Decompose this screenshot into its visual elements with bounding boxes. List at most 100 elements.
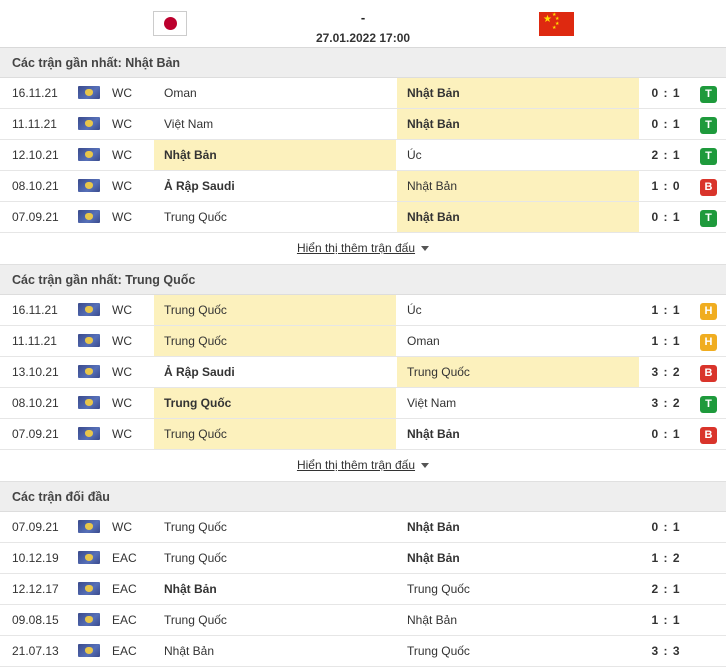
match-row[interactable]: 10.12.19 EAC Trung Quốc Nhật Bản 1 : 2 [0,543,726,574]
match-row[interactable]: 11.11.21 WC Trung Quốc Oman 1 : 1 H [0,326,726,357]
match-date: 16.11.21 [12,303,58,317]
away-team[interactable]: Úc [397,140,639,170]
competition-code: EAC [112,582,137,596]
away-team[interactable]: Nhật Bản [397,543,639,573]
match-date: 12.12.17 [12,582,59,596]
world-cup-icon [78,148,100,161]
away-team[interactable]: Úc [397,295,639,325]
away-team[interactable]: Nhật Bản [397,202,639,232]
home-team[interactable]: Trung Quốc [154,388,396,418]
home-team[interactable]: Ả Rập Saudi [154,171,396,201]
home-team[interactable]: Nhật Bản [154,636,396,666]
match-row[interactable]: 11.11.21 WC Việt Nam Nhật Bản 0 : 1 T [0,109,726,140]
away-team[interactable]: Trung Quốc [397,357,639,387]
match-row[interactable]: 08.10.21 WC Trung Quốc Việt Nam 3 : 2 T [0,388,726,419]
away-team[interactable]: Nhật Bản [397,512,639,542]
competition-icon-cell [78,574,102,604]
competition-code: WC [112,117,132,131]
caret-down-icon[interactable] [421,463,430,469]
match-score[interactable]: 0 : 1 [640,202,692,232]
home-team[interactable]: Trung Quốc [154,605,396,635]
result-badge: B [700,365,717,382]
show-more-link[interactable]: Hiển thị thêm trận đấu [297,241,415,255]
match-date: 11.11.21 [12,334,57,348]
away-team[interactable]: Việt Nam [397,388,639,418]
result-cell [700,605,718,635]
match-score[interactable]: 0 : 1 [640,512,692,542]
away-team[interactable]: Nhật Bản [397,78,639,108]
home-team[interactable]: Trung Quốc [154,295,396,325]
competition-code: WC [112,334,132,348]
competition-icon-cell [78,512,102,542]
away-team[interactable]: Nhật Bản [397,605,639,635]
result-badge: H [700,303,717,320]
home-team[interactable]: Trung Quốc [154,419,396,449]
world-cup-icon [78,427,100,440]
match-row[interactable]: 07.09.21 WC Trung Quốc Nhật Bản 0 : 1 T [0,202,726,233]
match-score[interactable]: 2 : 1 [640,574,692,604]
result-cell [700,543,718,573]
world-cup-icon [78,303,100,316]
away-team[interactable]: Oman [397,326,639,356]
world-cup-icon [78,582,100,595]
match-score[interactable]: 1 : 0 [640,171,692,201]
competition-icon-cell [78,636,102,666]
result-cell: H [700,326,718,356]
home-team[interactable]: Nhật Bản [154,140,396,170]
home-team[interactable]: Ả Rập Saudi [154,357,396,387]
match-row[interactable]: 08.10.21 WC Ả Rập Saudi Nhật Bản 1 : 0 B [0,171,726,202]
home-team[interactable]: Trung Quốc [154,202,396,232]
match-row[interactable]: 12.10.21 WC Nhật Bản Úc 2 : 1 T [0,140,726,171]
home-team[interactable]: Trung Quốc [154,512,396,542]
match-row[interactable]: 21.07.13 EAC Nhật Bản Trung Quốc 3 : 3 [0,636,726,667]
away-team[interactable]: Nhật Bản [397,419,639,449]
world-cup-icon [78,334,100,347]
show-more-row: Hiển thị thêm trận đấu [0,233,726,265]
match-row[interactable]: 16.11.21 WC Oman Nhật Bản 0 : 1 T [0,78,726,109]
world-cup-icon [78,520,100,533]
result-badge: H [700,334,717,351]
home-team[interactable]: Nhật Bản [154,574,396,604]
competition-code: EAC [112,613,137,627]
home-team[interactable]: Oman [154,78,396,108]
caret-down-icon[interactable] [421,246,430,252]
home-team[interactable]: Trung Quốc [154,543,396,573]
match-score[interactable]: 0 : 1 [640,78,692,108]
home-team[interactable]: Trung Quốc [154,326,396,356]
match-row[interactable]: 12.12.17 EAC Nhật Bản Trung Quốc 2 : 1 [0,574,726,605]
result-cell: H [700,295,718,325]
match-score[interactable]: 1 : 1 [640,295,692,325]
match-score[interactable]: 3 : 2 [640,388,692,418]
match-row[interactable]: 09.08.15 EAC Trung Quốc Nhật Bản 1 : 1 [0,605,726,636]
result-cell: T [700,202,718,232]
match-score: - [360,10,366,25]
away-team[interactable]: Nhật Bản [397,171,639,201]
away-team[interactable]: Nhật Bản [397,109,639,139]
match-row[interactable]: 07.09.21 WC Trung Quốc Nhật Bản 0 : 1 [0,512,726,543]
result-cell: T [700,388,718,418]
match-score[interactable]: 1 : 1 [640,605,692,635]
match-score[interactable]: 3 : 2 [640,357,692,387]
match-score[interactable]: 0 : 1 [640,109,692,139]
result-badge: B [700,179,717,196]
match-score[interactable]: 0 : 1 [640,419,692,449]
competition-icon-cell [78,295,102,325]
match-date: 08.10.21 [12,396,59,410]
match-row[interactable]: 07.09.21 WC Trung Quốc Nhật Bản 0 : 1 B [0,419,726,450]
match-score[interactable]: 2 : 1 [640,140,692,170]
result-cell [700,512,718,542]
match-row[interactable]: 16.11.21 WC Trung Quốc Úc 1 : 1 H [0,295,726,326]
competition-code: EAC [112,644,137,658]
match-row[interactable]: 13.10.21 WC Ả Rập Saudi Trung Quốc 3 : 2 B [0,357,726,388]
home-team[interactable]: Việt Nam [154,109,396,139]
show-more-link[interactable]: Hiển thị thêm trận đấu [297,458,415,472]
match-date: 16.11.21 [12,86,58,100]
world-cup-icon [78,396,100,409]
competition-code: WC [112,86,132,100]
result-badge: T [700,210,717,227]
match-score[interactable]: 1 : 1 [640,326,692,356]
away-team[interactable]: Trung Quốc [397,636,639,666]
away-team[interactable]: Trung Quốc [397,574,639,604]
match-score[interactable]: 1 : 2 [640,543,692,573]
match-score[interactable]: 3 : 3 [640,636,692,666]
